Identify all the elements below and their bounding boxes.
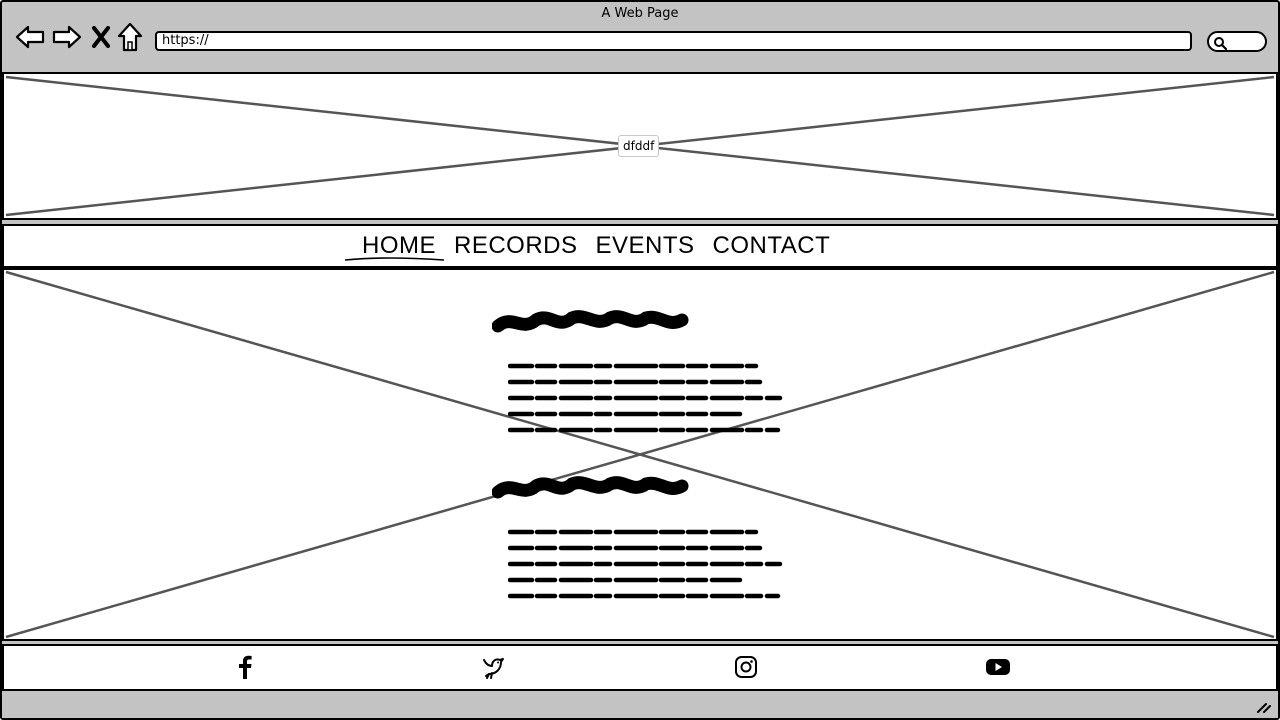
twitter-bird-icon[interactable] bbox=[480, 654, 506, 680]
banner-label: dfddf bbox=[618, 135, 660, 157]
nav-contact[interactable]: CONTACT bbox=[704, 229, 840, 263]
forward-arrow-icon[interactable] bbox=[51, 20, 83, 54]
paragraph-placeholder-1 bbox=[508, 363, 783, 433]
back-arrow-icon[interactable] bbox=[14, 20, 46, 54]
url-input[interactable]: https:// bbox=[155, 31, 1192, 51]
heading-placeholder-1 bbox=[492, 310, 689, 333]
nav-records[interactable]: RECORDS bbox=[445, 229, 587, 263]
status-bar bbox=[2, 692, 1278, 718]
close-icon[interactable] bbox=[90, 20, 112, 54]
heading-placeholder-2 bbox=[492, 476, 689, 499]
facebook-icon[interactable] bbox=[232, 654, 258, 680]
footer-bar bbox=[2, 644, 1278, 691]
nav-events[interactable]: EVENTS bbox=[587, 229, 704, 263]
home-icon[interactable] bbox=[116, 20, 144, 54]
resize-grip-icon[interactable] bbox=[1256, 700, 1272, 714]
paragraph-placeholder-2 bbox=[508, 529, 783, 599]
search-icon bbox=[1214, 37, 1227, 50]
search-field[interactable] bbox=[1207, 31, 1267, 52]
instagram-icon[interactable] bbox=[733, 654, 759, 680]
window-title: A Web Page bbox=[601, 6, 679, 21]
youtube-icon[interactable] bbox=[985, 654, 1011, 680]
active-nav-underline bbox=[344, 257, 445, 261]
